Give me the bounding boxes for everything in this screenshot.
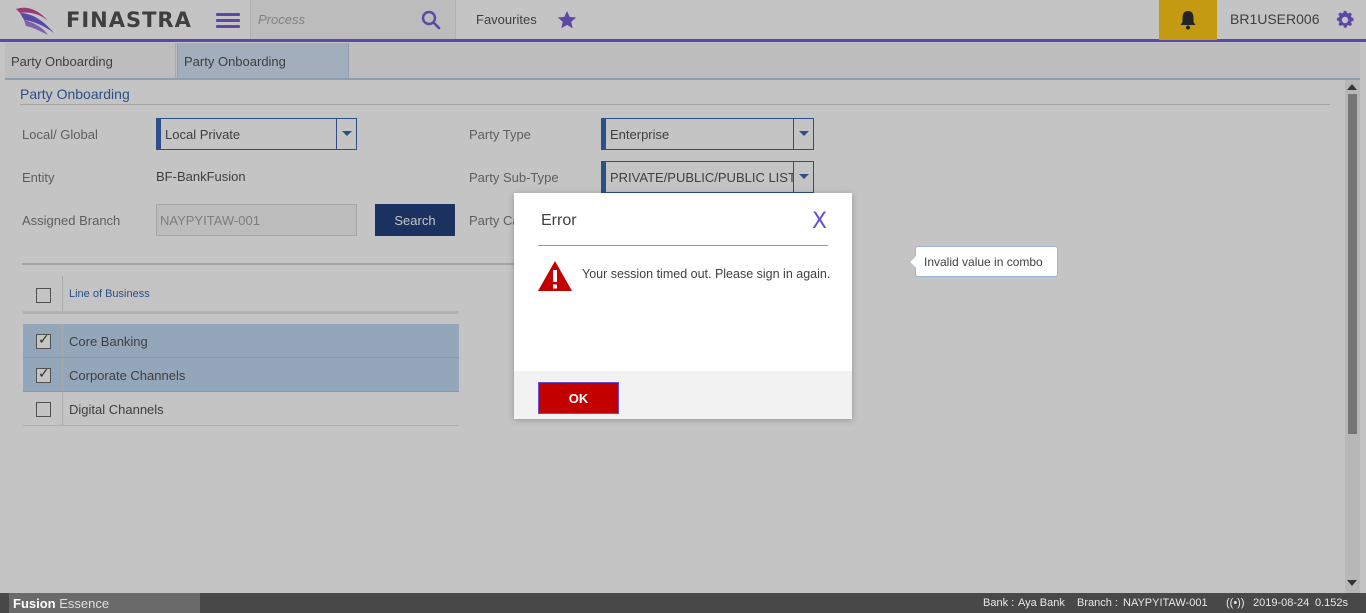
bank-label: Bank : bbox=[983, 597, 1015, 609]
ok-button[interactable]: OK bbox=[538, 382, 619, 414]
brand-bold: Fusion bbox=[13, 596, 56, 611]
bank-value: Aya Bank bbox=[1018, 597, 1065, 609]
status-bar: Fusion Essence Bank : Aya Bank Branch : … bbox=[0, 593, 1366, 613]
brand-light: Essence bbox=[55, 596, 110, 611]
validation-tooltip: Invalid value in combo bbox=[909, 246, 1058, 277]
error-dialog: Error X Your session timed out. Please s… bbox=[514, 193, 852, 419]
branch-value: NAYPYITAW-001 bbox=[1123, 597, 1208, 609]
signal-icon: ((•)) bbox=[1226, 597, 1245, 609]
product-brand: Fusion Essence bbox=[9, 593, 200, 613]
dialog-title: Error bbox=[541, 212, 577, 229]
dialog-footer: OK bbox=[514, 371, 852, 419]
dialog-message: Your session timed out. Please sign in a… bbox=[582, 267, 831, 281]
close-icon[interactable]: X bbox=[812, 209, 827, 234]
status-date: 2019-08-24 bbox=[1253, 597, 1310, 609]
warning-icon bbox=[538, 261, 572, 291]
status-timing: 0.152s bbox=[1315, 597, 1349, 609]
branch-label: Branch : bbox=[1077, 597, 1118, 609]
dialog-divider bbox=[538, 245, 828, 246]
